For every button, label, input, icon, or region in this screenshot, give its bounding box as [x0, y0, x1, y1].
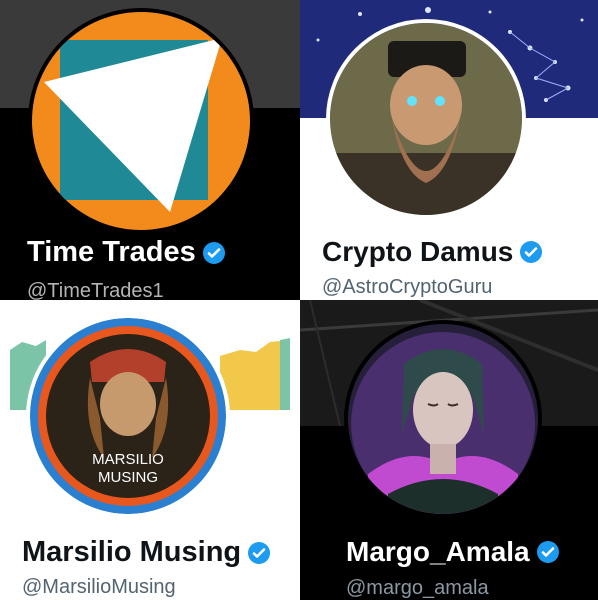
display-name-text: Marsilio Musing	[22, 536, 242, 568]
profile-display-name: Crypto Damus	[322, 236, 543, 268]
verified-badge-icon	[247, 541, 271, 565]
profile-avatar[interactable]	[326, 19, 526, 219]
profile-handle: @AstroCryptoGuru	[322, 276, 493, 298]
display-name-text: Crypto Damus	[322, 236, 514, 267]
profile-handle: @margo_amala	[346, 577, 489, 599]
display-name-text: Time Trades	[27, 236, 196, 268]
profile-avatar[interactable]	[344, 320, 542, 518]
display-name-text: Margo_Amala	[346, 536, 530, 567]
profile-display-name: Time Trades	[27, 236, 226, 269]
profile-card-marsilio-musing: MARSILIO MUSING Marsilio Musing @Marsili…	[0, 300, 300, 600]
profile-card-crypto-damus: Crypto Damus @AstroCryptoGuru	[300, 0, 598, 300]
profile-handle: @MarsilioMusing	[22, 576, 176, 598]
profile-avatar[interactable]: MARSILIO MUSING	[26, 314, 230, 518]
verified-badge-icon	[202, 241, 226, 265]
profile-display-name: Marsilio Musing	[22, 536, 271, 569]
profile-handle: @TimeTrades1	[27, 280, 164, 300]
profile-card-margo-amala: Margo_Amala @margo_amala	[300, 300, 598, 600]
verified-badge-icon	[519, 240, 543, 264]
avatar-text-line-2: MUSING	[98, 469, 158, 486]
verified-badge-icon	[536, 540, 560, 564]
profile-avatar[interactable]	[28, 8, 254, 234]
profile-display-name: Margo_Amala	[346, 536, 560, 568]
profile-card-time-trades: Time Trades @TimeTrades1	[0, 0, 300, 300]
avatar-text-line-1: MARSILIO	[92, 451, 164, 468]
